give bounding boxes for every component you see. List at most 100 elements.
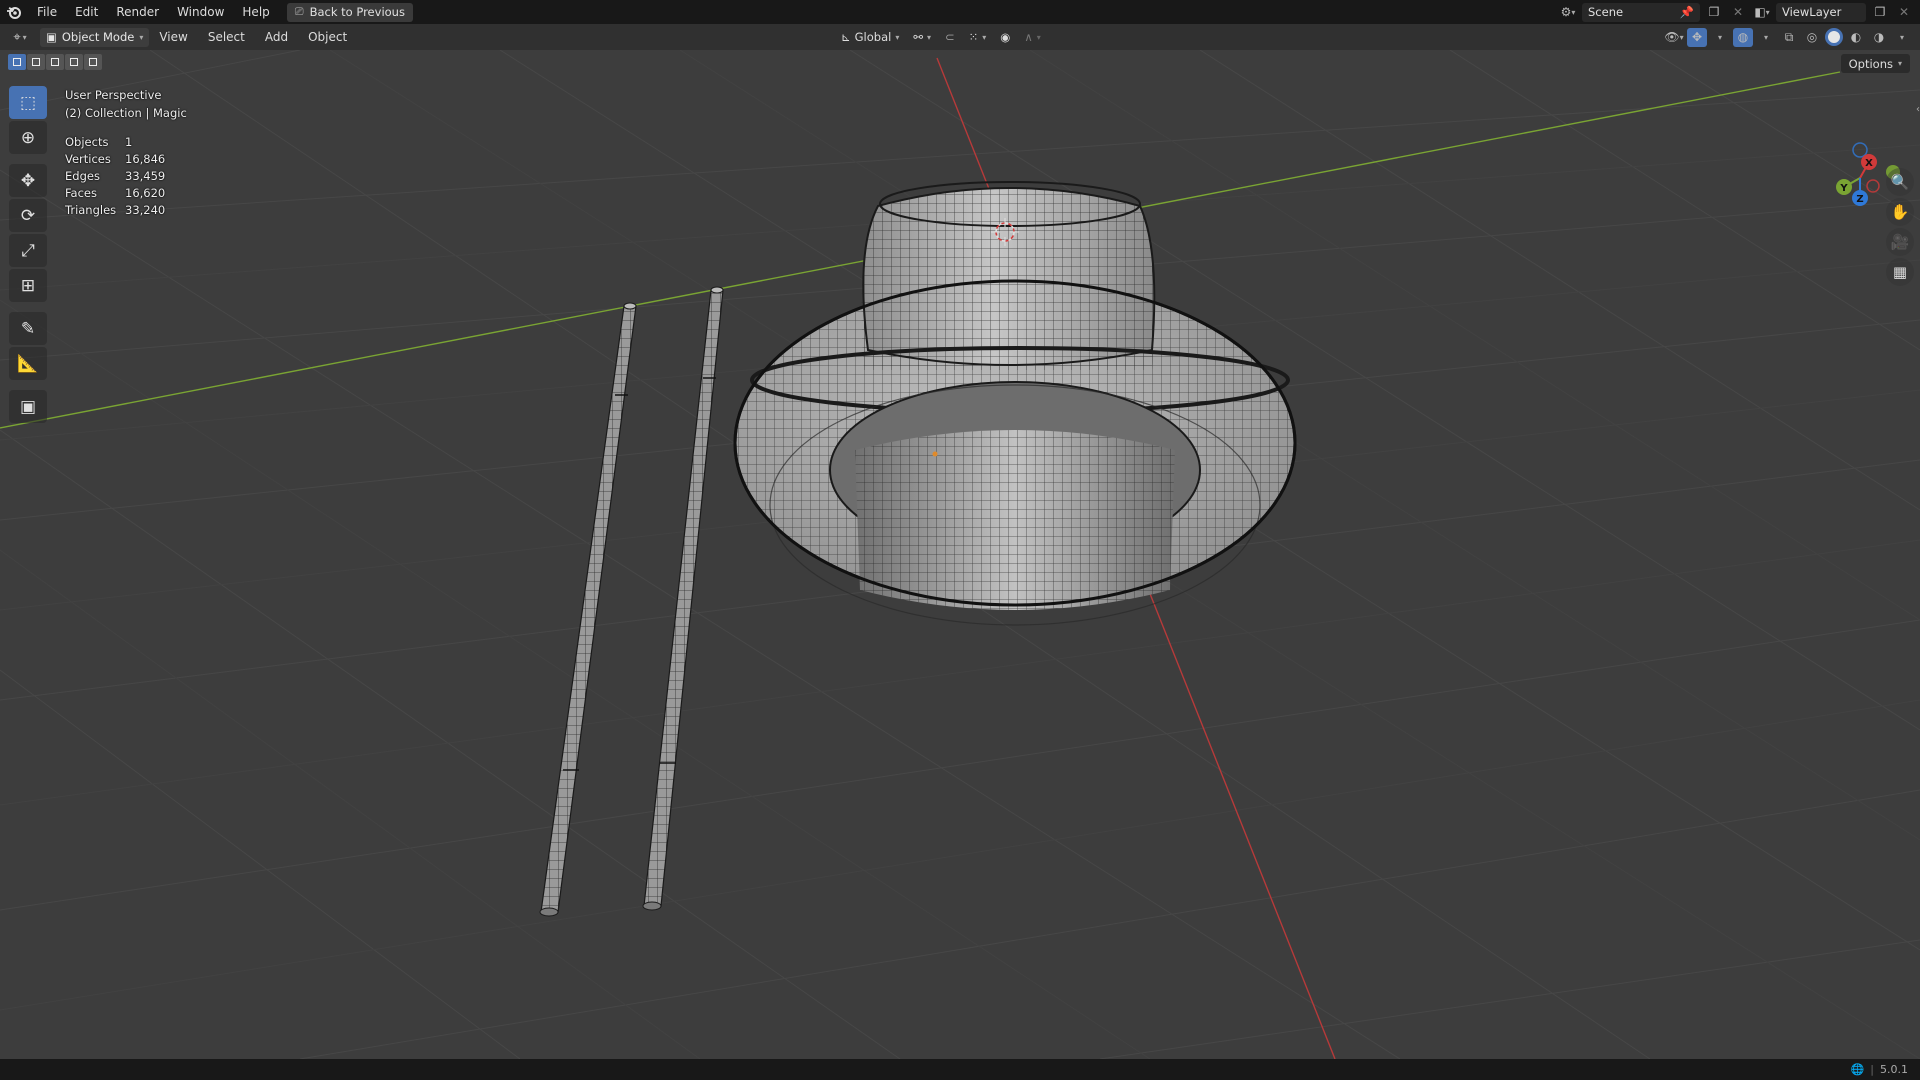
status-bar: 🌐 | 5.0.1 (0, 1059, 1920, 1080)
new-view-layer-icon[interactable]: ❐ (1870, 3, 1890, 22)
annotate-tool-icon[interactable]: ✎ (9, 312, 47, 345)
object-mode-icon: ▣ (46, 30, 57, 44)
wireframe-shading-icon[interactable]: ◎ (1802, 28, 1822, 47)
proportional-edit-toggle[interactable]: ◉ (995, 28, 1015, 47)
menu-help[interactable]: Help (233, 0, 278, 24)
menu-render[interactable]: Render (107, 0, 168, 24)
material-preview-shading-icon[interactable]: ◐ (1846, 28, 1866, 47)
stat-faces: Faces 16,620 (65, 185, 187, 202)
scale-tool-icon[interactable]: ⤢ (9, 234, 47, 267)
options-dropdown[interactable]: Options ▾ (1840, 54, 1910, 73)
select-intersect-button[interactable] (84, 54, 102, 70)
rotate-tool-icon[interactable]: ⟳ (9, 199, 47, 232)
orientation-axes-icon: ⊾ (841, 30, 851, 44)
xray-toggle-icon[interactable]: ⧉ (1779, 28, 1799, 47)
chevron-down-icon: ▾ (139, 32, 144, 42)
globe-network-icon[interactable]: 🌐 (1851, 1063, 1865, 1076)
mode-label: Object Mode (61, 30, 135, 44)
options-label: Options (1848, 56, 1893, 71)
chevron-down-icon: ▾ (1897, 59, 1902, 68)
new-scene-icon[interactable]: ❐ (1704, 3, 1724, 22)
stat-edges: Edges 33,459 (65, 168, 187, 185)
delete-scene-icon[interactable]: ✕ (1728, 3, 1748, 22)
gizmo-toggle-icon[interactable]: ✥ (1687, 27, 1707, 47)
menu-object[interactable]: Object (298, 30, 357, 44)
back-screen-icon: ⎚ (294, 5, 304, 18)
pivot-icon: ⚯ (913, 30, 923, 44)
stat-objects: Objects 1 (65, 134, 187, 151)
camera-view-icon[interactable]: 🎥 (1886, 228, 1914, 256)
zoom-view-icon[interactable]: 🔍 (1886, 168, 1914, 196)
shading-options-dropdown[interactable]: ▾ (1892, 28, 1912, 47)
solid-shading-icon[interactable] (1825, 28, 1843, 46)
blender-version: 5.0.1 (1880, 1063, 1908, 1076)
editor-type-icon[interactable]: ⌖ ▾ (0, 24, 40, 50)
wand-stick-left[interactable] (539, 302, 637, 917)
pan-view-hand-icon[interactable]: ✋ (1886, 198, 1914, 226)
active-collection-label: (2) Collection | Magic (65, 106, 187, 120)
proportional-falloff-dropdown[interactable]: ∧ ▾ (1019, 28, 1045, 47)
menu-view[interactable]: View (149, 30, 197, 44)
scene-canvas[interactable] (0, 50, 1920, 1059)
blender-logo-icon[interactable] (0, 0, 28, 24)
overlays-dropdown[interactable]: ▾ (1756, 28, 1776, 47)
stat-value: 16,846 (125, 152, 166, 166)
menu-file[interactable]: File (28, 0, 66, 24)
gizmo-dropdown[interactable]: ▾ (1710, 28, 1730, 47)
menu-add[interactable]: Add (255, 30, 298, 44)
sidebar-expand-chevron-icon[interactable]: ‹ (1916, 104, 1920, 115)
view-layer-type-icon[interactable]: ◧ ▾ (1752, 3, 1772, 22)
chevron-down-icon: ▾ (982, 32, 987, 42)
view-layer-selector[interactable]: ViewLayer (1776, 2, 1866, 22)
menu-select[interactable]: Select (198, 30, 255, 44)
stat-triangles: Triangles 33,240 (65, 202, 187, 219)
select-extend-button[interactable] (27, 54, 45, 70)
top-hat-mesh[interactable] (733, 170, 1297, 626)
select-box-tool-icon[interactable]: ⬚ (9, 86, 47, 119)
falloff-curve-icon: ∧ (1024, 30, 1033, 44)
pin-icon[interactable]: 📌 (1680, 5, 1694, 19)
selectability-visibility-icon[interactable]: 👁 ▾ (1664, 28, 1684, 47)
chevron-down-icon: ▾ (895, 32, 900, 42)
snap-grid-icon: ⁙ (968, 30, 979, 44)
3d-viewport[interactable]: X Y Z 🔍 ✋ 🎥 ▦ ‹ (0, 50, 1920, 1059)
back-to-previous-label: Back to Previous (309, 5, 405, 19)
transform-orientation-dropdown[interactable]: ⊾ Global ▾ (836, 28, 904, 47)
select-invert-button[interactable] (65, 54, 83, 70)
overlays-toggle-icon[interactable]: ◍ (1733, 27, 1753, 47)
stat-label: Edges (65, 169, 100, 183)
stat-value: 16,620 (125, 186, 166, 200)
select-new-button[interactable] (8, 54, 26, 70)
add-cube-tool-icon[interactable]: ▣ (9, 390, 47, 423)
object-mode-dropdown[interactable]: ▣ Object Mode ▾ (40, 27, 150, 47)
menu-window[interactable]: Window (168, 0, 233, 24)
snap-target-dropdown[interactable]: ⁙ ▾ (964, 28, 992, 47)
stat-label: Faces (65, 186, 97, 200)
delete-view-layer-icon[interactable]: ✕ (1894, 3, 1914, 22)
pivot-point-dropdown[interactable]: ⚯ ▾ (908, 28, 936, 47)
stat-label: Triangles (65, 203, 117, 217)
view-perspective-label: User Perspective (65, 88, 162, 102)
back-to-previous-button[interactable]: ⎚ Back to Previous (286, 2, 413, 22)
gizmo-z-label: Z (1856, 194, 1863, 205)
rendered-shading-icon[interactable]: ◑ (1869, 28, 1889, 47)
magnet-icon: ⊂ (945, 30, 955, 44)
move-tool-icon[interactable]: ✥ (9, 164, 47, 197)
select-subtract-button[interactable] (46, 54, 64, 70)
stat-value: 33,240 (125, 203, 166, 217)
cursor-tool-icon[interactable]: ⊕ (9, 121, 47, 154)
selection-mode-buttons (8, 54, 102, 70)
top-menu-bar: File Edit Render Window Help ⎚ Back to P… (0, 0, 1920, 24)
snap-toggle[interactable]: ⊂ (940, 28, 960, 47)
tool-shelf: ⬚ ⊕ ✥ ⟳ ⤢ ⊞ ✎ 📐 ▣ (9, 86, 47, 423)
wand-stick-right[interactable] (642, 286, 724, 911)
orientation-label: Global (854, 30, 892, 44)
scene-selector[interactable]: Scene 📌 (1582, 2, 1700, 22)
measure-tool-icon[interactable]: 📐 (9, 347, 47, 380)
viewport-info-overlay: User Perspective (2) Collection | Magic … (65, 86, 187, 219)
perspective-ortho-grid-icon[interactable]: ▦ (1886, 258, 1914, 286)
menu-edit[interactable]: Edit (66, 0, 107, 24)
transform-tool-icon[interactable]: ⊞ (9, 269, 47, 302)
view-layer-name: ViewLayer (1782, 5, 1842, 19)
scene-type-icon[interactable]: ⚙ ▾ (1558, 3, 1578, 22)
